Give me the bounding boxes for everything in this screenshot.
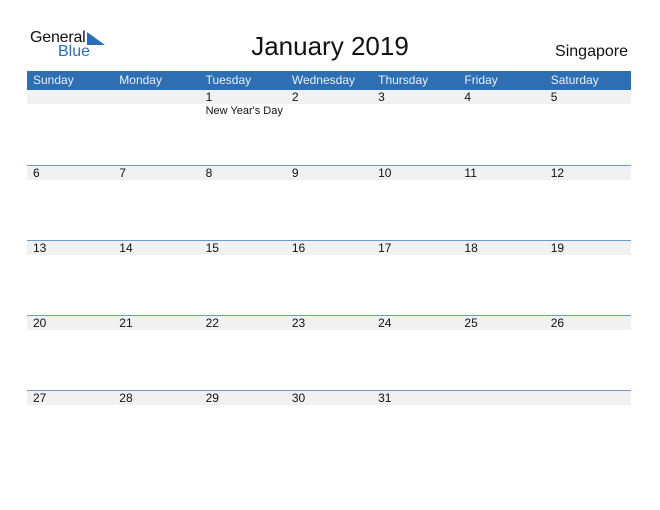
day-number: 30 — [291, 391, 306, 405]
day-number: 6 — [33, 166, 40, 180]
day-number: 18 — [464, 241, 478, 255]
day-number: 4 — [464, 90, 472, 104]
week-row: 27 28 29 30 31 — [27, 390, 631, 465]
weekday-header: Sunday Monday Tuesday Wednesday Thursday… — [27, 71, 631, 90]
weekday-tuesday: Tuesday — [205, 73, 252, 87]
day-number: 21 — [119, 316, 133, 330]
day-number: 14 — [119, 241, 133, 255]
day-number: 13 — [33, 241, 47, 255]
weekday-sunday: Sunday — [33, 73, 74, 87]
date-strip: 1 2 3 4 5 — [27, 90, 631, 104]
day-number: 27 — [33, 391, 47, 405]
week-row: 20 21 22 23 24 25 26 — [27, 315, 631, 390]
day-number: 2 — [291, 90, 299, 104]
week-row: 1 2 3 4 5 New Year's Day — [27, 90, 631, 165]
day-number: 1 — [205, 90, 213, 104]
day-number: 22 — [205, 316, 219, 330]
calendar-grid: Sunday Monday Tuesday Wednesday Thursday… — [27, 71, 631, 465]
date-strip: 27 28 29 30 31 — [27, 391, 631, 405]
date-strip: 6 7 8 9 10 11 12 — [27, 166, 631, 180]
day-event — [458, 104, 544, 118]
day-event — [372, 104, 458, 118]
day-number: 29 — [205, 391, 219, 405]
day-number: 19 — [550, 241, 565, 255]
day-number: 9 — [291, 166, 299, 180]
day-event — [113, 104, 199, 118]
day-number: 3 — [378, 90, 385, 104]
events-row: New Year's Day — [27, 104, 631, 118]
day-number: 25 — [464, 316, 478, 330]
day-event — [545, 104, 631, 118]
day-number: 7 — [119, 166, 126, 180]
weekday-friday: Friday — [464, 73, 498, 87]
day-event — [27, 104, 113, 118]
day-number — [458, 391, 544, 405]
weekday-saturday: Saturday — [550, 73, 599, 87]
week-row: 13 14 15 16 17 18 19 — [27, 240, 631, 315]
weeks-container: 1 2 3 4 5 New Year's Day 6 7 8 9 10 11 12 13 14 15 16 17 1… — [27, 90, 631, 465]
day-number: 20 — [33, 316, 47, 330]
day-number: 11 — [464, 166, 477, 180]
day-number: 12 — [550, 166, 565, 180]
day-number: 26 — [550, 316, 565, 330]
day-number: 17 — [378, 241, 392, 255]
weekday-wednesday: Wednesday — [291, 73, 355, 87]
week-row: 6 7 8 9 10 11 12 — [27, 165, 631, 240]
day-number — [545, 391, 631, 405]
day-event — [286, 104, 372, 118]
day-number: 10 — [378, 166, 392, 180]
day-number — [27, 90, 113, 104]
day-number — [113, 90, 199, 104]
day-number: 23 — [291, 316, 306, 330]
day-number: 24 — [378, 316, 392, 330]
day-number: 31 — [378, 391, 392, 405]
day-number: 15 — [205, 241, 219, 255]
day-event: New Year's Day — [205, 105, 283, 117]
day-number: 5 — [550, 90, 558, 104]
weekday-thursday: Thursday — [378, 73, 429, 87]
day-number: 16 — [291, 241, 306, 255]
date-strip: 20 21 22 23 24 25 26 — [27, 316, 631, 330]
country-label: Singapore — [555, 43, 628, 60]
date-strip: 13 14 15 16 17 18 19 — [27, 241, 631, 255]
day-number: 8 — [205, 166, 213, 180]
weekday-monday: Monday — [119, 73, 162, 87]
day-number: 28 — [119, 391, 133, 405]
